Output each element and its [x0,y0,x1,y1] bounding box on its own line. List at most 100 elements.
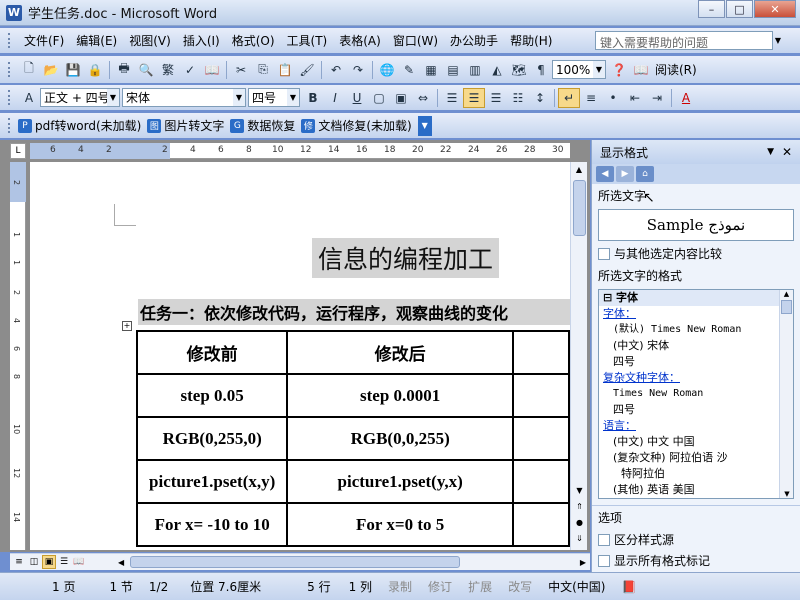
show-marks-checkbox[interactable]: 显示所有格式标记 [592,550,800,571]
char-shading-icon[interactable]: ▣ [390,88,412,108]
font-size-select[interactable]: 四号 ▼ [248,88,300,107]
insert-excel-icon[interactable]: ▤ [442,60,464,80]
document-page[interactable]: 信息的编程加工 任务一：依次修改代码，运行程序，观察曲线的变化 + 修改前 修改… [30,162,570,550]
font-dropdown-icon[interactable]: ▼ [233,89,245,106]
table-cell[interactable]: RGB(0,0,255) [286,416,514,461]
numbering-icon[interactable]: ≡ [580,88,602,108]
checkbox-icon[interactable] [598,554,610,567]
print-preview-icon[interactable]: 🔍 [135,60,157,80]
status-track[interactable]: 修订 [420,578,460,595]
format-link-font[interactable]: 字体： [599,306,793,322]
next-page-icon[interactable]: ⇓ [571,531,588,546]
table-cell[interactable]: step 0.05 [135,373,289,418]
undo-icon[interactable]: ↶ [325,60,347,80]
style-select[interactable]: 正文 + 四号 ▼ [40,88,120,107]
table-header-cell[interactable]: 修改后 [286,330,514,375]
bullets-icon[interactable]: • [602,88,624,108]
vertical-ruler[interactable]: 2 1 1 2 4 6 8 10 12 14 [10,162,26,550]
list-scroll-down-icon[interactable]: ▼ [780,490,793,498]
data-recovery-button[interactable]: G 数据恢复 [230,117,295,134]
hyperlink-icon[interactable]: 🌐 [376,60,398,80]
insert-table-icon[interactable]: ▦ [420,60,442,80]
menu-edit[interactable]: 编辑(E) [70,32,123,49]
table-cell[interactable]: picture1.pset(x,y) [135,459,289,504]
forward-icon[interactable]: ▶ [616,166,634,182]
char-scale-icon[interactable]: ⇔ [412,88,434,108]
align-center-icon[interactable]: ☰ [463,87,485,108]
read-icon[interactable]: 📖 [630,60,652,80]
close-button[interactable]: ✕ [754,0,796,18]
back-icon[interactable]: ◀ [596,166,614,182]
toolbar-grip[interactable] [8,90,12,105]
status-record[interactable]: 录制 [380,578,420,595]
scroll-thumb[interactable] [573,180,586,236]
menu-insert[interactable]: 插入(I) [177,32,226,49]
scroll-right-icon[interactable]: ▶ [580,558,586,567]
table-cell[interactable]: step 0.0001 [286,373,514,418]
help-search-input[interactable]: 键入需要帮助的问题 [595,31,773,50]
web-view-icon[interactable]: ◫ [27,555,41,569]
tab-selector[interactable]: L [10,143,26,159]
format-painter-icon[interactable]: 🖌 [296,60,318,80]
redo-icon[interactable]: ↷ [347,60,369,80]
traditional-chinese-icon[interactable]: 繁 [157,60,179,80]
toolbar-grip[interactable] [8,118,12,133]
paragraph-mark-icon[interactable]: ↵ [558,87,580,108]
image-to-text-button[interactable]: 图图片转文字 [147,117,224,134]
print-icon[interactable]: 🖶 [113,60,135,80]
research-icon[interactable]: 📖 [201,60,223,80]
menu-tools[interactable]: 工具(T) [281,32,334,49]
show-hide-icon[interactable]: ¶ [530,60,552,80]
toolbar-grip[interactable] [8,62,12,77]
scroll-down-icon[interactable]: ▼ [571,483,588,498]
table-cell[interactable] [512,373,570,418]
format-list-scrollbar[interactable]: ▲ ▼ [779,290,793,498]
outline-view-icon[interactable]: ☰ [57,555,71,569]
columns-icon[interactable]: ▥ [464,60,486,80]
copy-icon[interactable]: ⎘ [252,60,274,80]
compare-checkbox[interactable]: 与其他选定内容比较 [592,243,800,264]
menu-grip[interactable] [8,33,12,48]
normal-view-icon[interactable]: ≡ [12,555,26,569]
spelling-status-icon[interactable]: 📕 [613,580,644,594]
new-document-icon[interactable]: 🗋 [18,60,40,80]
zoom-select[interactable]: 100% ▼ [552,60,606,79]
previous-page-icon[interactable]: ⇑ [571,499,588,514]
table-cell[interactable] [512,459,570,504]
home-icon[interactable]: ⌂ [636,166,654,182]
menu-office-assistant[interactable]: 办公助手 [444,32,504,49]
horizontal-ruler[interactable]: 6 4 2 2 4 6 8 10 12 14 16 18 20 22 24 26… [30,143,570,159]
underline-button[interactable]: U [346,88,368,108]
read-button[interactable]: 阅读(R) [652,61,700,78]
checkbox-icon[interactable] [598,533,610,546]
spelling-icon[interactable]: ✓ [179,60,201,80]
list-scroll-up-icon[interactable]: ▲ [780,290,793,298]
align-right-icon[interactable]: ☰ [485,88,507,108]
line-spacing-icon[interactable]: ↕ [529,88,551,108]
task-heading[interactable]: 任务一：依次修改代码，运行程序，观察曲线的变化 [138,299,570,325]
browse-object-icon[interactable]: ● [571,515,588,530]
menu-file[interactable]: 文件(F) [18,32,70,49]
format-link-language[interactable]: 语言： [599,418,793,434]
help-icon[interactable]: ❓ [608,60,630,80]
format-link-complex-font[interactable]: 复杂文种字体： [599,370,793,386]
size-dropdown-icon[interactable]: ▼ [287,89,299,106]
horizontal-scrollbar[interactable]: ≡ ◫ ▣ ☰ 📖 ◀ ▶ [10,553,590,570]
font-select[interactable]: 宋体 ▼ [122,88,246,107]
styles-pane-icon[interactable]: A [18,88,40,108]
table-cell[interactable] [512,502,570,547]
font-group-header[interactable]: ⊟ 字体 [599,290,793,306]
drawing-icon[interactable]: ◭ [486,60,508,80]
zoom-dropdown-icon[interactable]: ▼ [593,61,605,78]
pane-close-icon[interactable]: ✕ [782,145,792,159]
decrease-indent-icon[interactable]: ⇤ [624,88,646,108]
menu-format[interactable]: 格式(O) [226,32,281,49]
document-map-icon[interactable]: 🗺 [508,60,530,80]
increase-indent-icon[interactable]: ⇥ [646,88,668,108]
vertical-scrollbar[interactable]: ▲ ▼ ⇑ ● ⇓ [570,162,587,550]
open-folder-icon[interactable]: 📂 [40,60,62,80]
menu-help[interactable]: 帮助(H) [504,32,558,49]
reading-view-icon[interactable]: 📖 [72,555,86,569]
table-header-cell[interactable] [512,330,570,375]
table-cell[interactable]: For x= -10 to 10 [135,502,289,547]
